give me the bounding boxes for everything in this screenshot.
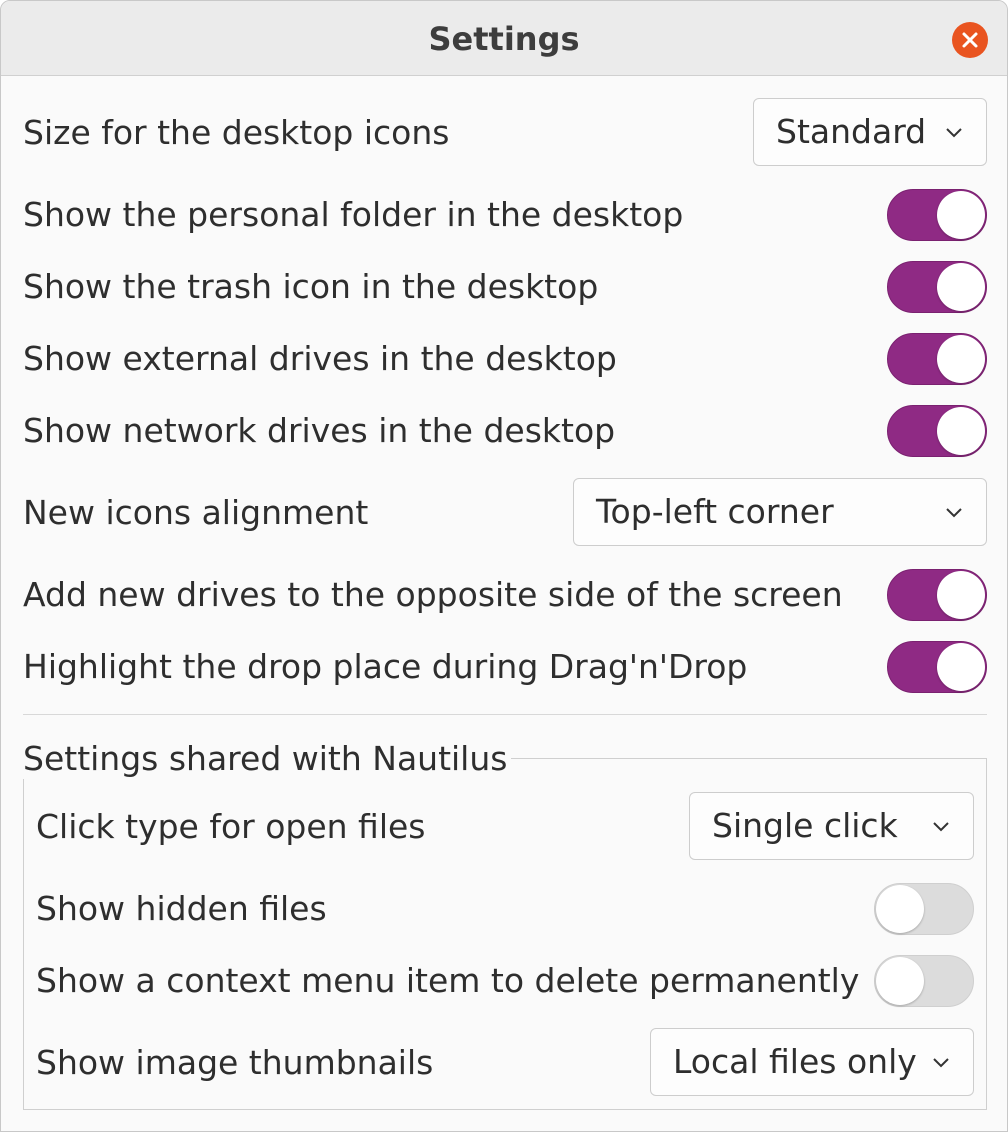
opposite-side-label: Add new drives to the opposite side of t… <box>23 575 843 614</box>
thumbnails-dropdown[interactable]: Local files only <box>650 1028 974 1096</box>
hidden-files-label: Show hidden files <box>36 889 327 928</box>
click-type-value: Single click <box>712 806 898 845</box>
click-type-dropdown[interactable]: Single click <box>689 792 974 860</box>
icon-size-dropdown[interactable]: Standard <box>753 98 987 166</box>
network-drives-switch[interactable] <box>887 405 987 457</box>
alignment-value: Top-left corner <box>596 492 834 531</box>
nautilus-frame-label: Settings shared with Nautilus <box>23 739 512 779</box>
highlight-drop-label: Highlight the drop place during Drag'n'D… <box>23 647 748 686</box>
personal-folder-label: Show the personal folder in the desktop <box>23 195 684 234</box>
delete-permanently-switch[interactable] <box>874 955 974 1007</box>
chevron-down-icon <box>946 128 962 138</box>
chevron-down-icon <box>946 508 962 518</box>
external-drives-switch[interactable] <box>887 333 987 385</box>
alignment-label: New icons alignment <box>23 493 369 532</box>
chevron-down-icon <box>933 822 949 832</box>
section-divider <box>23 714 987 715</box>
switch-knob <box>937 643 985 691</box>
opposite-side-switch[interactable] <box>887 569 987 621</box>
window-title: Settings <box>428 20 580 58</box>
switch-knob <box>876 957 924 1005</box>
switch-knob <box>937 263 985 311</box>
switch-knob <box>937 571 985 619</box>
highlight-drop-switch[interactable] <box>887 641 987 693</box>
switch-knob <box>937 191 985 239</box>
title-bar[interactable]: Settings <box>1 1 1007 76</box>
chevron-down-icon <box>933 1058 949 1068</box>
switch-knob <box>876 885 924 933</box>
switch-knob <box>937 407 985 455</box>
trash-icon-switch[interactable] <box>887 261 987 313</box>
click-type-label: Click type for open files <box>36 807 426 846</box>
close-button[interactable] <box>952 22 988 58</box>
external-drives-label: Show external drives in the desktop <box>23 339 617 378</box>
hidden-files-switch[interactable] <box>874 883 974 935</box>
network-drives-label: Show network drives in the desktop <box>23 411 616 450</box>
settings-window: Settings Size for the desktop icons Stan… <box>0 0 1008 1132</box>
icon-size-value: Standard <box>776 112 927 151</box>
thumbnails-value: Local files only <box>673 1042 917 1081</box>
close-icon <box>962 32 978 48</box>
alignment-dropdown[interactable]: Top-left corner <box>573 478 987 546</box>
thumbnails-label: Show image thumbnails <box>36 1043 434 1082</box>
personal-folder-switch[interactable] <box>887 189 987 241</box>
trash-icon-label: Show the trash icon in the desktop <box>23 267 599 306</box>
switch-knob <box>937 335 985 383</box>
icon-size-label: Size for the desktop icons <box>23 113 450 152</box>
delete-permanently-label: Show a context menu item to delete perma… <box>36 961 860 1000</box>
